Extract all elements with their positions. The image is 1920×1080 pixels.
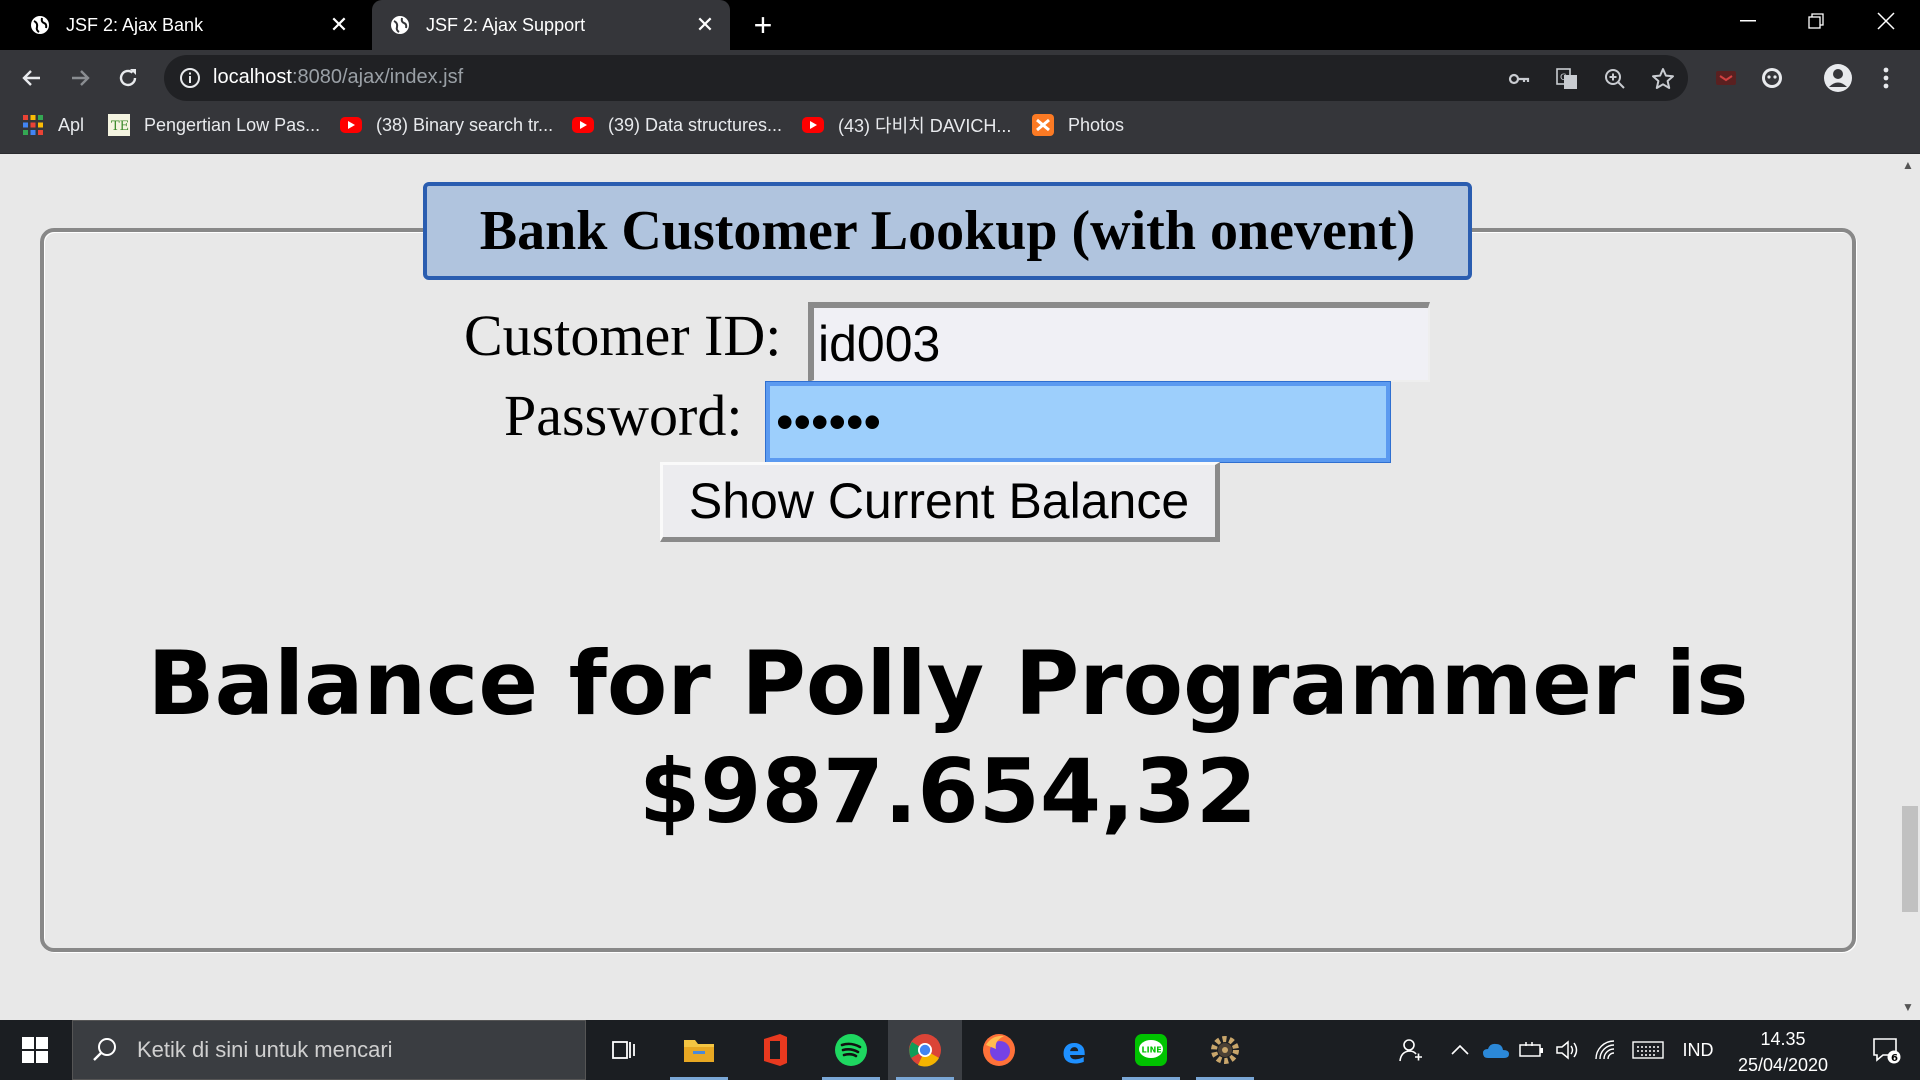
lookup-legend: Bank Customer Lookup (with onevent) xyxy=(423,182,1472,280)
vertical-scrollbar[interactable]: ▲ ▼ xyxy=(1896,154,1920,1020)
key-icon[interactable] xyxy=(1506,66,1532,92)
search-icon xyxy=(93,1038,116,1061)
windows-taskbar: Ketik di sini untuk mencari e LINE IND 1… xyxy=(0,1020,1920,1080)
restore-icon[interactable] xyxy=(1782,0,1850,42)
settings-gear-icon[interactable] xyxy=(1188,1020,1262,1080)
bookmark-data-structures[interactable]: (39) Data structures... xyxy=(572,106,782,144)
onedrive-icon[interactable] xyxy=(1480,1020,1512,1080)
page-content: Bank Customer Lookup (with onevent) Cust… xyxy=(0,154,1920,1020)
bookmark-label: (38) Binary search tr... xyxy=(376,114,554,135)
keyboard-icon[interactable] xyxy=(1630,1020,1666,1080)
search-placeholder: Ketik di sini untuk mencari xyxy=(137,1037,393,1062)
office-icon[interactable] xyxy=(738,1020,812,1080)
spotify-icon[interactable] xyxy=(814,1020,888,1080)
wifi-icon[interactable] xyxy=(1590,1020,1622,1080)
bookmark-photos[interactable]: Photos xyxy=(1032,106,1124,144)
apps-grid-icon xyxy=(23,115,43,135)
tab-title: JSF 2: Ajax Support xyxy=(426,14,586,35)
people-icon[interactable] xyxy=(1390,1020,1430,1080)
scrollbar-thumb[interactable] xyxy=(1902,806,1918,912)
notifications-icon[interactable]: 6 xyxy=(1852,1020,1920,1080)
clock-time: 14.35 xyxy=(1760,1029,1806,1049)
volume-icon[interactable] xyxy=(1552,1020,1584,1080)
browser-toolbar: localhost:8080/ajax/index.jsf G xyxy=(0,50,1920,106)
te-site-icon: TE xyxy=(108,114,130,136)
balance-result-line1: Balance for Polly Programmer is xyxy=(147,632,1749,735)
youtube-icon xyxy=(572,117,594,133)
tab-title: JSF 2: Ajax Bank xyxy=(66,14,204,35)
translate-icon[interactable]: G xyxy=(1554,66,1580,92)
language-indicator[interactable]: IND xyxy=(1676,1020,1720,1080)
xampp-icon xyxy=(1032,114,1054,136)
bookmark-davichi[interactable]: (43) 다비치 DAVICH... xyxy=(802,106,1011,144)
bookmark-apl[interactable]: Apl xyxy=(22,106,84,144)
close-window-icon[interactable] xyxy=(1852,0,1920,42)
show-balance-button[interactable]: Show Current Balance xyxy=(660,462,1220,542)
youtube-icon xyxy=(802,117,824,133)
globe-icon xyxy=(391,16,409,34)
balance-result-line2: $987.654,32 xyxy=(639,740,1257,843)
new-tab-button[interactable]: + xyxy=(748,6,778,44)
close-tab-icon[interactable]: ✕ xyxy=(694,12,716,37)
url-text: localhost:8080/ajax/index.jsf xyxy=(213,66,463,89)
balance-result: Balance for Polly Programmer is $987.654… xyxy=(80,630,1816,846)
globe-icon xyxy=(31,16,49,34)
bookmark-binary-search[interactable]: (38) Binary search tr... xyxy=(340,106,553,144)
bookmarks-bar: Apl TE Pengertian Low Pas... (38) Binary… xyxy=(0,106,1920,154)
bookmark-label: Photos xyxy=(1068,114,1125,135)
notification-count: 6 xyxy=(1891,1053,1898,1064)
customer-id-field[interactable]: id003 xyxy=(808,302,1430,382)
task-view-icon[interactable] xyxy=(586,1020,660,1080)
line-icon[interactable]: LINE xyxy=(1114,1020,1188,1080)
password-label: Password: xyxy=(504,383,743,448)
extension-mask-icon[interactable] xyxy=(1756,62,1788,94)
svg-text:LINE: LINE xyxy=(1142,1046,1162,1055)
back-icon[interactable] xyxy=(12,58,52,98)
tab-strip: JSF 2: Ajax Bank ✕ JSF 2: Ajax Support ✕… xyxy=(0,0,1920,50)
address-bar[interactable]: localhost:8080/ajax/index.jsf G xyxy=(164,55,1688,101)
menu-kebab-icon[interactable] xyxy=(1870,62,1902,94)
url-host: localhost xyxy=(213,66,292,88)
svg-text:G: G xyxy=(1560,73,1567,83)
edge-icon[interactable]: e xyxy=(1038,1020,1112,1080)
reload-icon[interactable] xyxy=(108,58,148,98)
customer-id-label: Customer ID: xyxy=(464,303,782,368)
bookmark-label: Apl xyxy=(58,114,85,135)
zoom-icon[interactable] xyxy=(1602,66,1628,92)
taskbar-search-box[interactable]: Ketik di sini untuk mencari xyxy=(72,1020,586,1080)
svg-text:TE: TE xyxy=(111,119,129,134)
tab-ajax-bank[interactable]: JSF 2: Ajax Bank ✕ xyxy=(12,0,364,50)
taskbar-clock[interactable]: 14.35 25/04/2020 xyxy=(1726,1026,1840,1078)
bookmark-label: (43) 다비치 DAVICH... xyxy=(838,116,1012,136)
bookmark-pengertian[interactable]: TE Pengertian Low Pas... xyxy=(108,106,320,144)
bookmark-label: Pengertian Low Pas... xyxy=(144,114,321,135)
url-path: :8080/ajax/index.jsf xyxy=(291,66,464,88)
extension-icon[interactable] xyxy=(1710,62,1742,94)
show-hidden-icons-chevron-icon[interactable] xyxy=(1448,1020,1472,1080)
file-explorer-icon[interactable] xyxy=(662,1020,736,1080)
bookmark-star-icon[interactable] xyxy=(1650,66,1676,92)
svg-text:e: e xyxy=(1062,1033,1086,1067)
chrome-icon[interactable] xyxy=(888,1020,962,1080)
forward-icon[interactable] xyxy=(60,58,100,98)
profile-avatar-icon[interactable] xyxy=(1822,62,1854,94)
windows-start-icon[interactable] xyxy=(0,1020,70,1080)
minimize-icon[interactable] xyxy=(1714,0,1782,42)
scroll-down-arrow-icon[interactable]: ▼ xyxy=(1902,1000,1914,1014)
close-tab-icon[interactable]: ✕ xyxy=(328,12,350,37)
firefox-icon[interactable] xyxy=(962,1020,1036,1080)
tab-ajax-support[interactable]: JSF 2: Ajax Support ✕ xyxy=(372,0,730,50)
youtube-icon xyxy=(340,117,362,133)
password-field[interactable]: •••••• xyxy=(766,382,1390,462)
clock-date: 25/04/2020 xyxy=(1737,1055,1829,1075)
bookmark-label: (39) Data structures... xyxy=(608,114,783,135)
scroll-up-arrow-icon[interactable]: ▲ xyxy=(1902,158,1914,172)
battery-plug-icon[interactable] xyxy=(1516,1020,1548,1080)
site-info-icon[interactable] xyxy=(178,66,202,90)
